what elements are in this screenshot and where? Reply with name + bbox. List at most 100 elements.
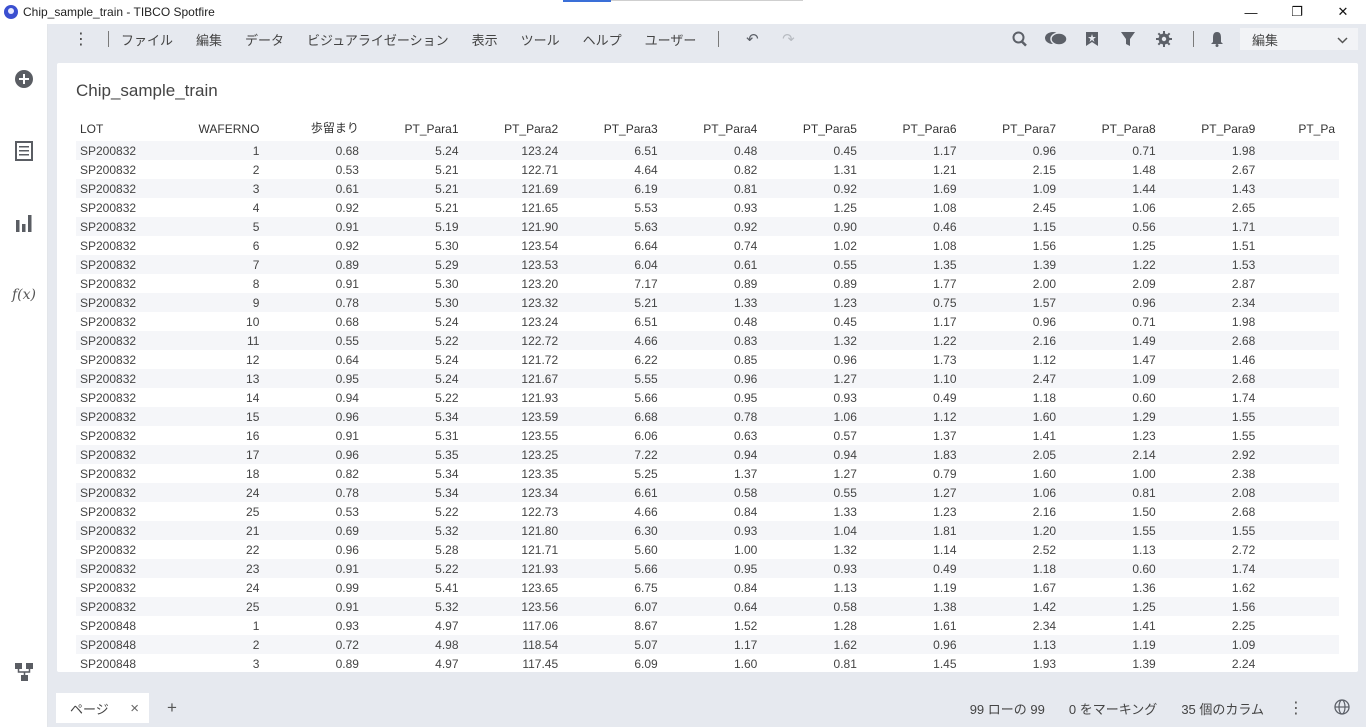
table-cell[interactable]: 5.24: [362, 369, 463, 388]
table-cell[interactable]: 1.60: [961, 464, 1061, 483]
table-cell[interactable]: [1259, 521, 1339, 540]
table-cell[interactable]: 6.30: [562, 521, 662, 540]
table-cell[interactable]: 1.23: [1060, 426, 1160, 445]
table-cell[interactable]: 0.92: [263, 198, 363, 217]
table-cell[interactable]: 0.48: [662, 312, 762, 331]
mode-select[interactable]: 編集: [1240, 28, 1358, 50]
table-cell[interactable]: 5.21: [362, 179, 463, 198]
table-cell[interactable]: 6.22: [562, 350, 662, 369]
table-cell[interactable]: 2.45: [961, 198, 1061, 217]
table-cell[interactable]: 123.54: [463, 236, 563, 255]
search-icon[interactable]: [1007, 26, 1033, 52]
close-button[interactable]: ✕: [1320, 0, 1366, 24]
table-cell[interactable]: 1.77: [861, 274, 961, 293]
table-row[interactable]: SP200832 15 0.96 5.34 123.59 6.68 0.78 1.06 1.12…: [76, 407, 1339, 426]
table-cell[interactable]: 0.96: [960, 141, 1061, 160]
table-cell[interactable]: 1.37: [861, 426, 961, 445]
table-cell[interactable]: 0.78: [661, 407, 762, 426]
table-cell[interactable]: 2.68: [1160, 502, 1260, 521]
table-cell[interactable]: SP200832: [76, 521, 172, 540]
table-cell[interactable]: 1.45: [861, 654, 961, 671]
table-cell[interactable]: 1.31: [761, 160, 861, 179]
table-cell[interactable]: SP200832: [76, 179, 172, 198]
table-cell[interactable]: 1.61: [861, 616, 961, 635]
table-cell[interactable]: 0.49: [860, 559, 961, 578]
table-cell[interactable]: 5.63: [562, 217, 662, 236]
table-cell[interactable]: 0.55: [263, 331, 363, 350]
table-cell[interactable]: [1259, 331, 1339, 350]
table-cell[interactable]: 5.29: [362, 255, 463, 274]
table-cell[interactable]: 5.22: [362, 559, 463, 578]
table-cell[interactable]: 0.92: [661, 217, 762, 236]
columns-status[interactable]: 35 個のカラム: [1181, 699, 1264, 718]
table-cell[interactable]: [1259, 635, 1339, 654]
table-row[interactable]: SP200832 18 0.82 5.34 123.35 5.25 1.37 1.27 0.79…: [76, 464, 1339, 483]
table-cell[interactable]: 1.08: [861, 198, 961, 217]
table-cell[interactable]: 1.12: [961, 350, 1061, 369]
table-cell[interactable]: 1.06: [761, 407, 861, 426]
table-cell[interactable]: 0.79: [861, 464, 961, 483]
table-cell[interactable]: 6.07: [562, 597, 662, 616]
table-cell[interactable]: 123.34: [462, 483, 563, 502]
add-data-button[interactable]: [12, 67, 36, 91]
table-cell[interactable]: 0.96: [961, 312, 1061, 331]
table-cell[interactable]: 1.04: [761, 521, 861, 540]
table-cell[interactable]: 0.91: [263, 217, 363, 236]
menu-data[interactable]: データ: [245, 30, 284, 49]
table-row[interactable]: SP200832 22 0.96 5.28 121.71 5.60 1.00 1.32 1.14…: [76, 540, 1339, 559]
data-canvas-button[interactable]: [12, 660, 36, 684]
table-cell[interactable]: 0.68: [263, 141, 363, 160]
table-cell[interactable]: SP200848: [76, 635, 172, 654]
table-cell[interactable]: 1.10: [860, 369, 961, 388]
table-cell[interactable]: SP200832: [76, 255, 172, 274]
table-cell[interactable]: 123.65: [463, 578, 563, 597]
column-header[interactable]: PT_Para7: [961, 115, 1061, 141]
table-cell[interactable]: [1259, 407, 1339, 426]
table-cell[interactable]: 0.53: [263, 160, 363, 179]
table-cell[interactable]: SP200832: [76, 388, 172, 407]
table-cell[interactable]: 1: [172, 616, 264, 635]
table-cell[interactable]: 25: [171, 597, 264, 616]
table-cell[interactable]: 5.28: [363, 540, 463, 559]
table-row[interactable]: SP200832 21 0.69 5.32 121.80 6.30 0.93 1.04 1.81…: [76, 521, 1339, 540]
table-cell[interactable]: 1.62: [761, 635, 861, 654]
table-cell[interactable]: 12: [172, 350, 264, 369]
close-page-icon[interactable]: ×: [130, 700, 139, 717]
table-cell[interactable]: 1.67: [961, 578, 1061, 597]
table-cell[interactable]: [1259, 179, 1339, 198]
table-cell[interactable]: 0.53: [263, 502, 363, 521]
table-cell[interactable]: SP200832: [76, 464, 172, 483]
table-cell[interactable]: [1259, 350, 1339, 369]
bell-icon[interactable]: [1204, 26, 1230, 52]
table-cell[interactable]: 0.96: [263, 445, 363, 464]
table-cell[interactable]: 0.93: [761, 388, 861, 407]
table-cell[interactable]: 5: [171, 217, 264, 236]
table-cell[interactable]: 1.51: [1160, 236, 1260, 255]
table-cell[interactable]: 123.32: [462, 293, 563, 312]
table-cell[interactable]: 5.31: [363, 426, 463, 445]
table-cell[interactable]: 121.93: [462, 559, 563, 578]
table-cell[interactable]: 1.39: [1060, 654, 1160, 671]
table-cell[interactable]: 2: [171, 635, 264, 654]
table-row[interactable]: SP200832 24 0.78 5.34 123.34 6.61 0.58 0.55 1.27…: [76, 483, 1339, 502]
table-cell[interactable]: 1.13: [960, 635, 1061, 654]
table-cell[interactable]: 121.67: [462, 369, 563, 388]
table-cell[interactable]: 1.62: [1160, 578, 1260, 597]
table-cell[interactable]: 1.55: [1159, 521, 1260, 540]
table-cell[interactable]: 0.61: [263, 179, 363, 198]
menu-file[interactable]: ファイル: [121, 30, 173, 49]
table-cell[interactable]: 1.12: [860, 407, 961, 426]
table-cell[interactable]: 1.53: [1159, 255, 1260, 274]
table-cell[interactable]: 1.23: [861, 502, 961, 521]
table-cell[interactable]: 0.96: [761, 350, 861, 369]
table-cell[interactable]: 121.90: [462, 217, 563, 236]
table-cell[interactable]: 1.27: [761, 369, 861, 388]
menu-tools[interactable]: ツール: [521, 30, 560, 49]
table-cell[interactable]: 0.89: [263, 255, 363, 274]
table-cell[interactable]: 2.92: [1159, 445, 1260, 464]
table-cell[interactable]: 7: [171, 255, 264, 274]
table-cell[interactable]: 21: [171, 521, 264, 540]
table-cell[interactable]: 1.37: [662, 464, 762, 483]
table-cell[interactable]: [1259, 540, 1339, 559]
table-cell[interactable]: 123.53: [462, 255, 563, 274]
